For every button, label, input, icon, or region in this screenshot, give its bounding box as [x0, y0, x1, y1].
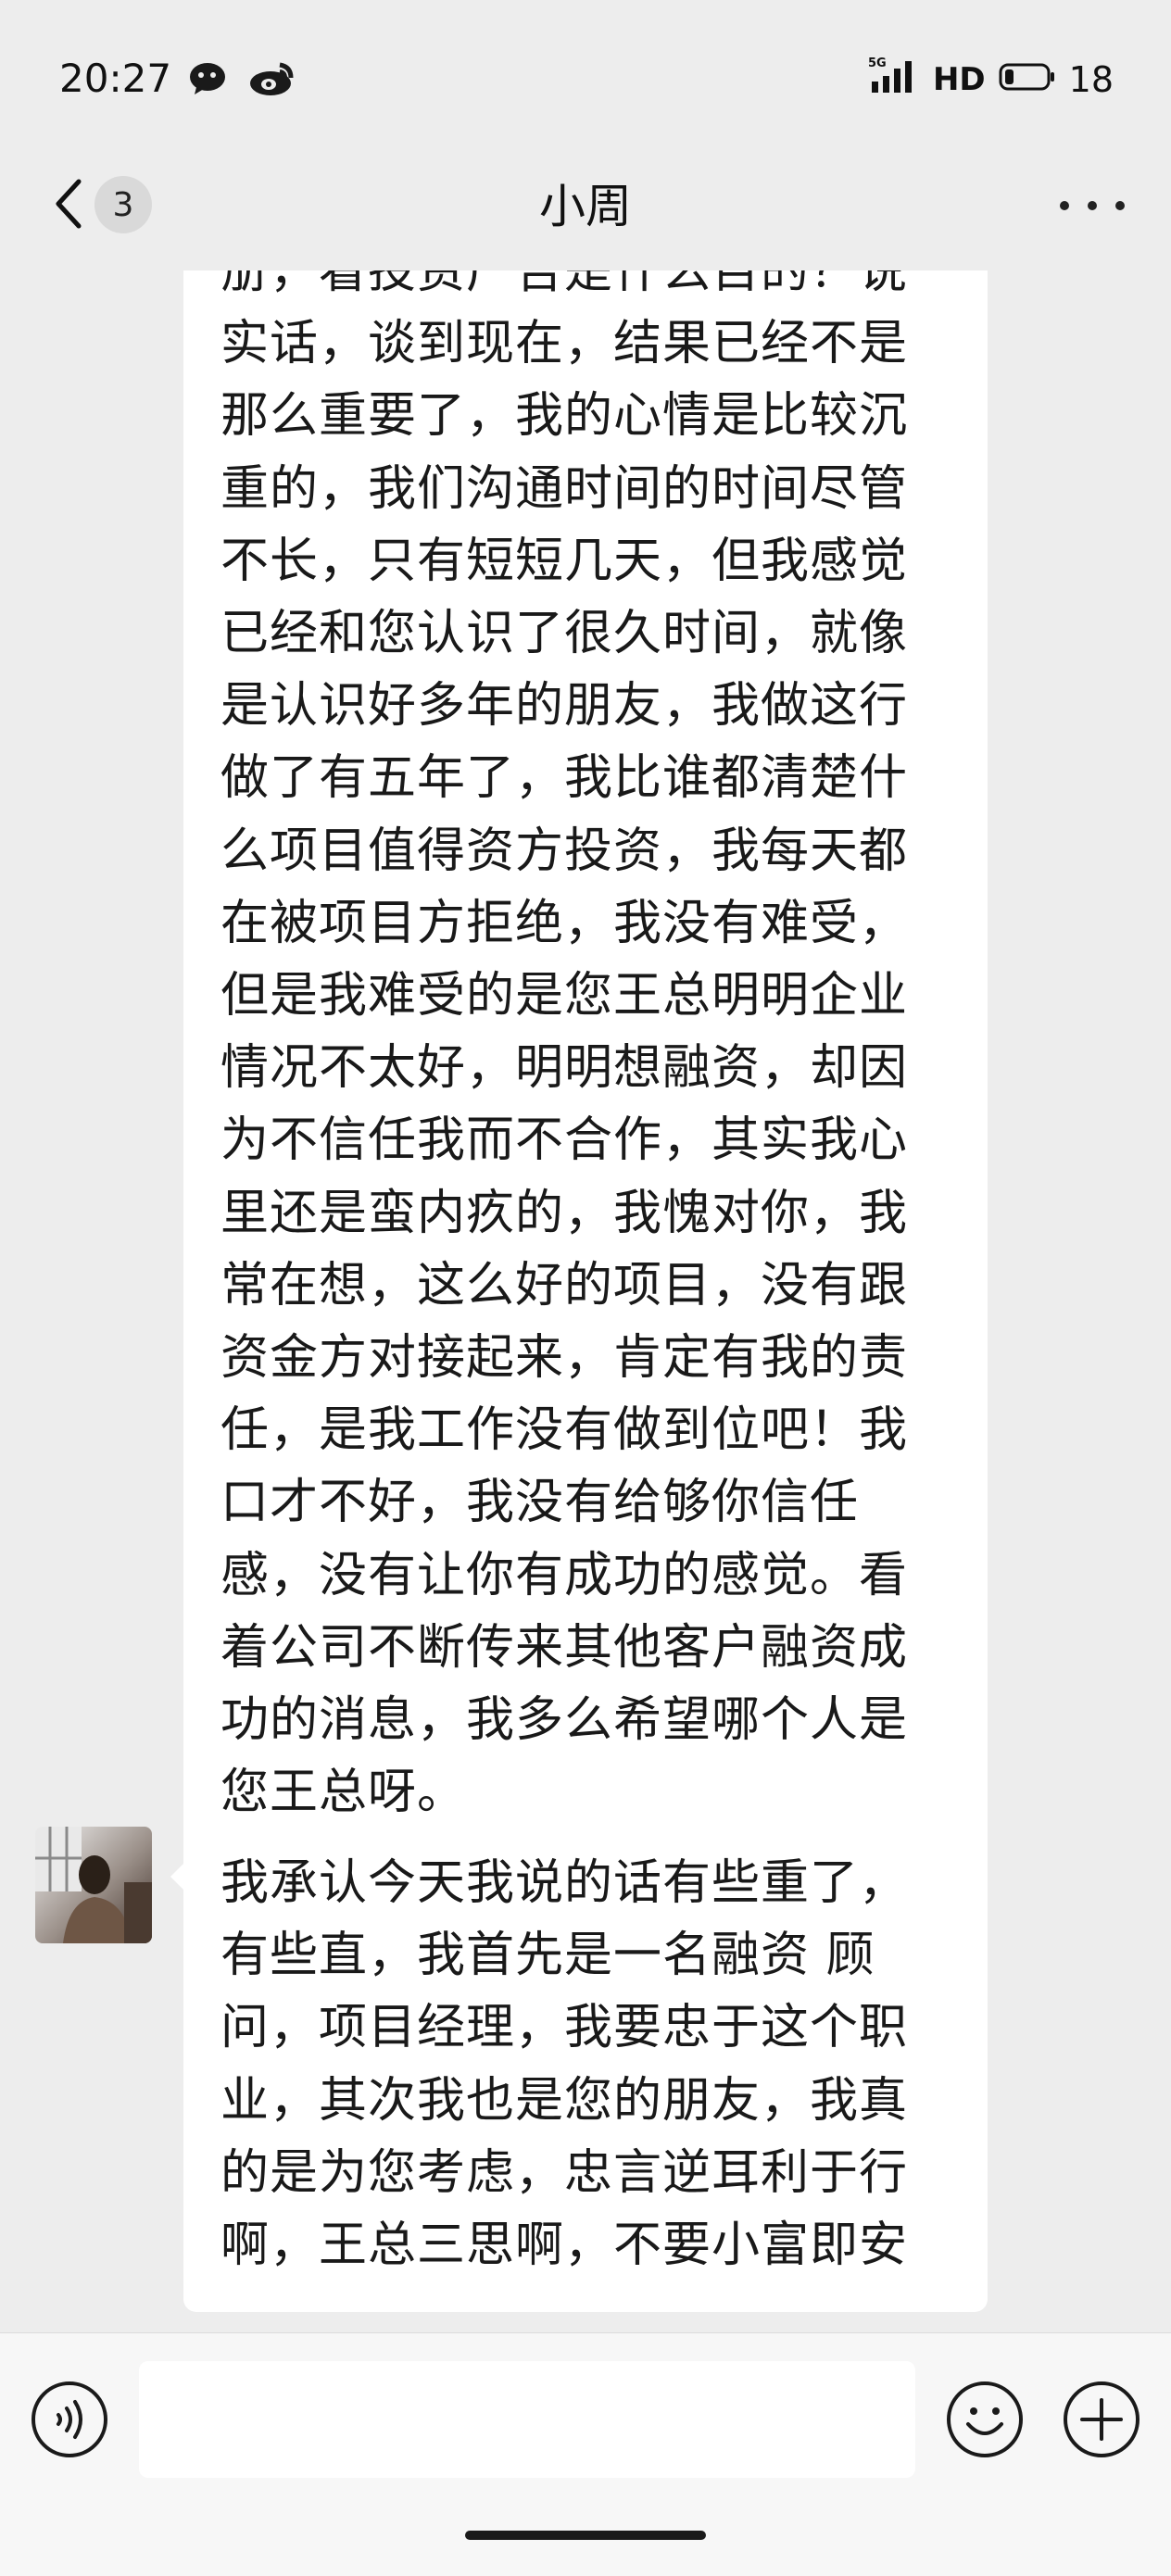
more-dots-icon [1060, 201, 1069, 210]
home-indicator[interactable] [465, 2531, 706, 2540]
weibo-icon [248, 61, 296, 96]
contact-avatar[interactable] [35, 1827, 152, 1943]
status-time: 20:27 [59, 56, 172, 101]
message-list[interactable]: 册，看投资广告是什么目的？说实话，谈到现在，结果已经不是那么重要了，我的心情是比… [0, 270, 1171, 2332]
more-options-button[interactable] [1060, 193, 1125, 219]
signal-icon: 5G [868, 56, 920, 104]
emoji-icon [945, 2381, 1025, 2463]
chat-header: 小周 [0, 139, 1171, 270]
plus-icon [1062, 2381, 1141, 2463]
more-functions-button[interactable] [1062, 2380, 1141, 2459]
battery-icon [999, 57, 1056, 103]
notification-icons [189, 61, 296, 96]
message-bubble[interactable]: 册，看投资广告是什么目的？说实话，谈到现在，结果已经不是那么重要了，我的心情是比… [183, 270, 988, 2053]
battery-level: 18 [1068, 59, 1114, 100]
status-right: 5G HD 18 [868, 56, 1114, 104]
message-input[interactable] [139, 2361, 915, 2478]
chat-title: 小周 [539, 180, 632, 233]
wechat-icon [189, 61, 230, 96]
unread-count-badge[interactable]: 3 [94, 176, 152, 233]
message-bubble[interactable]: 我承认今天我说的话有些重了，有些直，我首先是一名融资 顾问，项目经理，我要忠于这… [170, 1827, 988, 2312]
emoji-button[interactable] [945, 2380, 1025, 2459]
voice-icon [30, 2381, 109, 2463]
hd-label: HD [932, 61, 986, 98]
svg-text:5G: 5G [868, 57, 887, 70]
voice-button[interactable] [30, 2380, 109, 2459]
status-bar: 20:27 5G HD 18 [0, 0, 1171, 139]
